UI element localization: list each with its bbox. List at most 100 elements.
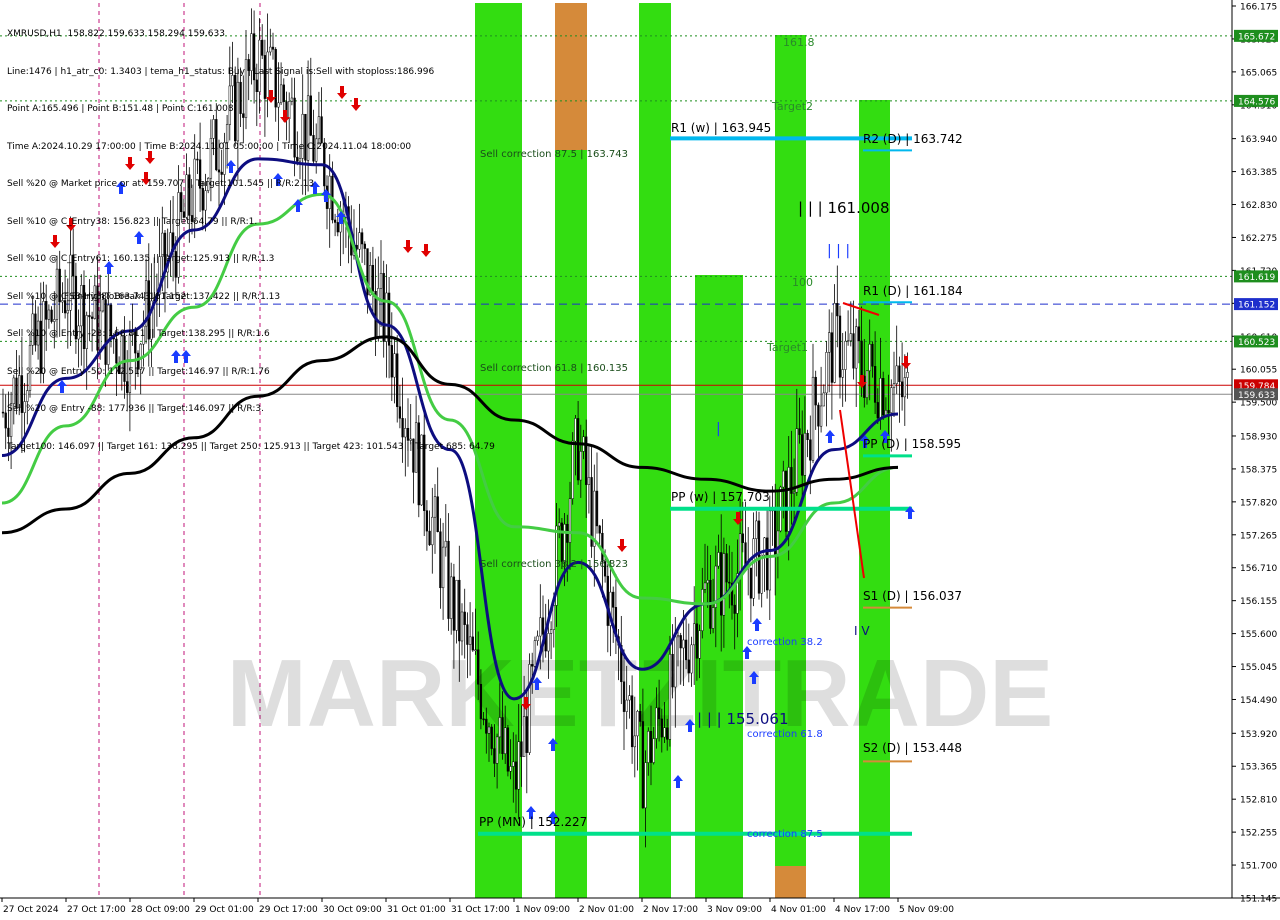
candle-body: [477, 649, 480, 685]
pp-weekly-label: PP (w) | 157.703: [671, 490, 770, 504]
sell-arrow-icon: [617, 539, 627, 552]
fib-1618-label: 161.8: [783, 36, 815, 49]
time-tick-label: 2 Nov 01:00: [579, 905, 634, 915]
time-tick-label: 29 Oct 01:00: [195, 905, 254, 915]
candle-body: [733, 604, 736, 614]
info-line: Sell %10 @ Entry -23: 168.811 || Target:…: [7, 329, 270, 339]
price-tick-label: 166.175: [1240, 3, 1277, 13]
price-tick-label: 162.275: [1240, 234, 1277, 244]
candle-body: [879, 378, 882, 419]
candle-body: [776, 530, 780, 555]
price-tick-label: 157.265: [1240, 531, 1277, 541]
price-tag-label: 161.152: [1238, 301, 1275, 311]
price-tick-label: 151.145: [1240, 895, 1277, 905]
sell-correction-875-label: Sell correction 87.5 | 163.743: [480, 149, 629, 160]
info-line: Line:1476 | h1_atr_c0: 1.3403 | tema_h1_…: [7, 66, 435, 77]
info-line: Sell %20 @ Entry -50: 172.517 || Target:…: [7, 366, 270, 377]
candle-body: [809, 439, 812, 461]
price-tick-label: 162.830: [1240, 201, 1277, 211]
price-tag-label: 160.523: [1238, 338, 1275, 348]
candle-body: [774, 508, 777, 555]
candle-body: [857, 326, 861, 342]
time-tick-label: 29 Oct 17:00: [259, 905, 318, 915]
candle-body: [493, 748, 496, 764]
wave-marks-iv: I V: [854, 624, 870, 638]
candle-body: [852, 333, 855, 369]
price-tick-label: 154.490: [1240, 696, 1277, 706]
candle-body: [749, 567, 753, 599]
price-tick-label: 163.385: [1240, 168, 1277, 178]
candle-body: [801, 434, 804, 476]
candle-body: [471, 636, 474, 651]
candle-body: [844, 340, 847, 370]
pp-daily-label: PP (D) | 158.595: [863, 437, 962, 451]
candle-body: [639, 711, 642, 722]
price-tick-label: 163.940: [1240, 135, 1277, 145]
buy-arrow-icon: [673, 775, 683, 788]
candle-body: [666, 727, 669, 740]
candle-body: [871, 343, 874, 367]
price-tag-label: 159.633: [1238, 391, 1275, 401]
candle-body: [755, 520, 758, 539]
candle-body: [798, 428, 801, 435]
candle-body: [512, 761, 515, 767]
candle-body: [539, 617, 542, 637]
candle-body: [436, 496, 439, 533]
candle-body: [501, 717, 504, 754]
candle-body: [649, 731, 653, 763]
pp-monthly-label: PP (MN) | 152.227: [479, 815, 588, 829]
sell-arrow-icon: [901, 356, 911, 369]
time-tick-label: 2 Nov 17:00: [643, 905, 698, 915]
time-tick-label: 4 Nov 17:00: [835, 905, 890, 915]
point-b-label: | | | 155.061: [697, 710, 789, 728]
price-tick-label: 153.920: [1240, 730, 1277, 740]
candle-body: [679, 635, 682, 649]
candle-body: [744, 542, 747, 566]
price-tick-label: 153.365: [1240, 763, 1277, 773]
candle-body: [533, 640, 537, 667]
target2-label: Target2: [772, 100, 814, 113]
candle-body: [701, 589, 704, 631]
target1-label: Target1: [767, 341, 809, 354]
r1-daily-label: R1 (D) | 161.184: [863, 284, 963, 298]
candle-body: [595, 490, 599, 527]
candle-body: [828, 332, 831, 353]
indicator-info-panel: XMRUSD,H1 158.822 159.633 158.294 159.63…: [7, 3, 495, 478]
price-tick-label: 152.255: [1240, 829, 1277, 839]
candle-body: [836, 303, 839, 317]
candle-body: [906, 372, 909, 378]
price-tick-label: 156.155: [1240, 597, 1277, 607]
info-line: Sell %10 @ C_Entry61: 160.135 || Target:…: [7, 254, 275, 264]
candle-body: [846, 340, 850, 343]
candle-body: [563, 523, 566, 562]
candle-body: [676, 635, 680, 638]
candle-body: [560, 522, 564, 562]
candle-body: [693, 623, 696, 646]
point-c-label: | | | 161.008: [798, 199, 890, 217]
candle-body: [547, 633, 550, 652]
candle-body: [463, 611, 466, 625]
time-tick-label: 27 Oct 2024: [3, 905, 59, 915]
candle-body: [825, 352, 828, 394]
candle-body: [647, 731, 650, 763]
candle-body: [765, 537, 769, 591]
zone-band: [775, 866, 806, 898]
time-tick-label: 1 Nov 09:00: [515, 905, 570, 915]
price-tick-label: 158.930: [1240, 432, 1277, 442]
candle-body: [612, 591, 615, 608]
price-tag-label: 164.576: [1238, 97, 1275, 107]
time-tick-label: 30 Oct 09:00: [323, 905, 382, 915]
time-tick-label: 3 Nov 09:00: [707, 905, 762, 915]
price-tick-label: 158.375: [1240, 465, 1277, 475]
time-tick-label: 5 Nov 09:00: [899, 905, 954, 915]
candle-body: [690, 644, 693, 674]
info-line: Target100: 146.097 || Target 161: 138.29…: [7, 441, 495, 452]
candle-body: [652, 738, 655, 763]
candle-body: [752, 538, 755, 599]
candle-body: [682, 639, 685, 649]
candle-body: [887, 410, 890, 413]
candle-body: [579, 451, 582, 481]
candle-body: [784, 470, 788, 532]
candle-body: [433, 496, 437, 518]
candle-body: [450, 576, 453, 619]
